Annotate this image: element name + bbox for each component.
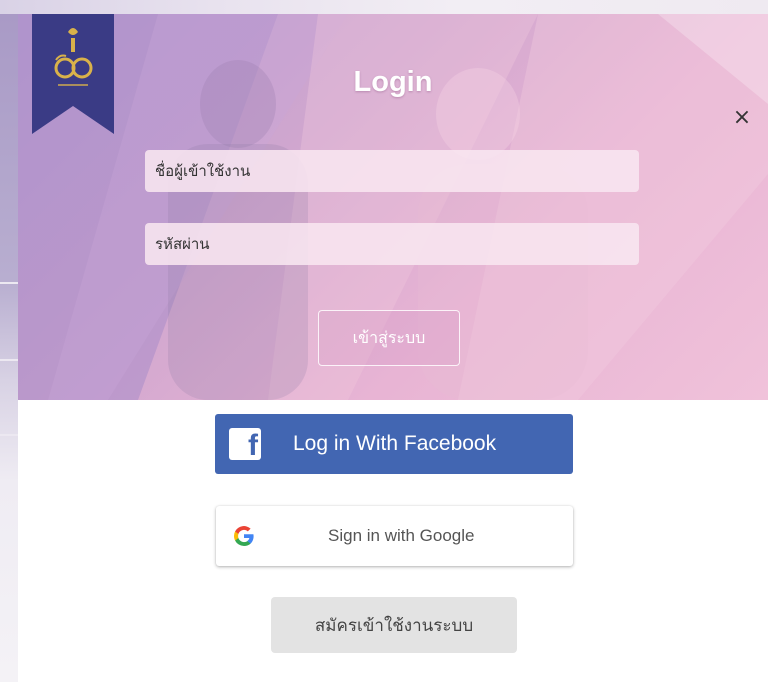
password-field[interactable]: รหัสผ่าน — [145, 223, 639, 265]
facebook-login-label: Log in With Facebook — [293, 432, 497, 455]
background-page-strip — [0, 0, 768, 14]
google-login-label: Sign in with Google — [328, 526, 475, 545]
login-modal: Login × ชื่อผู้เข้าใช้งาน รหัสผ่าน เข้าส… — [18, 14, 768, 682]
facebook-login-button[interactable]: f Log in With Facebook — [215, 414, 573, 474]
google-icon — [233, 526, 254, 546]
facebook-icon: f — [229, 428, 261, 461]
login-submit-button[interactable]: เข้าสู่ระบบ — [318, 310, 460, 366]
username-field[interactable]: ชื่อผู้เข้าใช้งาน — [145, 150, 639, 192]
modal-title: Login — [353, 66, 433, 98]
register-button[interactable]: สมัครเข้าใช้งานระบบ — [271, 597, 517, 653]
hero-banner: Login × ชื่อผู้เข้าใช้งาน รหัสผ่าน เข้าส… — [18, 14, 768, 400]
background-page-edge — [0, 14, 18, 682]
close-icon[interactable]: × — [732, 107, 752, 129]
logo-ribbon — [32, 14, 114, 134]
google-login-button[interactable]: Sign in with Google — [216, 506, 573, 566]
